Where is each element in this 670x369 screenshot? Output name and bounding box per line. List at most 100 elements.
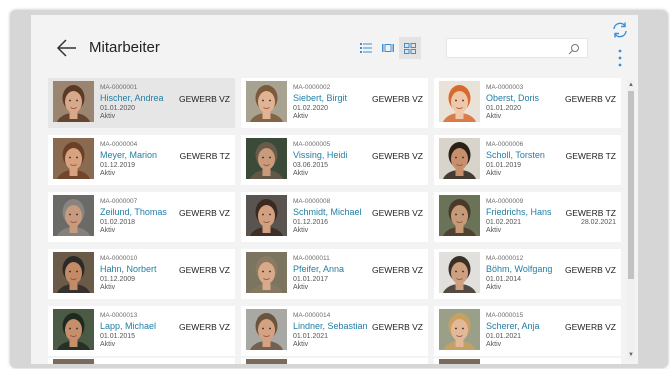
- employee-photo: [246, 138, 287, 179]
- search-icon[interactable]: [568, 42, 580, 55]
- employee-card[interactable]: MA-0000010 Hahn, Norbert 01.12.2009 Aktiv GE…: [48, 249, 235, 299]
- employee-contract-type: GEWERB VZ: [371, 94, 423, 104]
- employee-contract-type: GEWERB VZ: [178, 208, 230, 218]
- employee-number: MA-0000010: [100, 255, 138, 262]
- employee-status: Aktiv: [293, 341, 309, 348]
- employee-grid: MA-0000001 Hischer, Andrea 01.01.2020 Aktiv…: [43, 75, 626, 365]
- employee-name[interactable]: Hahn, Norbert: [100, 264, 157, 274]
- employee-photo: [53, 138, 94, 179]
- employee-contract-type: GEWERB VZ: [371, 151, 423, 161]
- employee-name[interactable]: Hischer, Andrea: [100, 93, 164, 103]
- employee-card[interactable]: MA-0000001 Hischer, Andrea 01.01.2020 Aktiv…: [48, 78, 235, 128]
- employee-number: MA-0000007: [100, 198, 138, 205]
- employee-entry-date: 01.01.2020: [100, 105, 136, 112]
- employee-card[interactable]: MA-0000004 Meyer, Marion 01.12.2019 Aktiv GE…: [48, 135, 235, 185]
- employee-photo: [439, 138, 480, 179]
- employee-contract-type: GEWERB VZ: [564, 322, 616, 332]
- employee-number: MA-0000006: [486, 141, 524, 148]
- employee-name[interactable]: Friedrichs, Hans: [486, 207, 552, 217]
- employee-status: Aktiv: [486, 113, 502, 120]
- employee-name[interactable]: Meyer, Marion: [100, 150, 157, 160]
- list-view-icon: [360, 43, 372, 53]
- employee-card[interactable]: MA-0000003 Oberst, Doris 01.01.2020 Aktiv GE…: [434, 78, 621, 128]
- employee-status: Aktiv: [486, 170, 502, 177]
- employee-number: MA-0000004: [100, 141, 138, 148]
- employee-status: Aktiv: [100, 227, 116, 234]
- back-arrow-icon[interactable]: [55, 36, 79, 60]
- employee-name[interactable]: Siebert, Birgit: [293, 93, 347, 103]
- employee-card[interactable]: MA-0000006 Scholl, Torsten 01.01.2019 Aktiv…: [434, 135, 621, 185]
- employee-photo: [53, 81, 94, 122]
- employee-card[interactable]: MA-0000007 Zeilund, Thomas 01.02.2018 Aktiv…: [48, 192, 235, 242]
- employee-card[interactable]: MA-0000012 Böhm, Wolfgang 01.01.2014 Aktiv G…: [434, 249, 621, 299]
- employee-name[interactable]: Böhm, Wolfgang: [486, 264, 552, 274]
- employee-number: MA-0000003: [486, 84, 524, 91]
- employee-status: Aktiv: [100, 170, 116, 177]
- employee-card[interactable]: MA-0000005 Vissing, Heidi 03.06.2015 Aktiv G…: [241, 135, 428, 185]
- grid-view-button[interactable]: [399, 37, 421, 59]
- list-view-button[interactable]: [355, 37, 377, 59]
- search-input[interactable]: [446, 38, 588, 58]
- employee-entry-date: 01.01.2021: [293, 333, 329, 340]
- employee-contract-type: GEWERB VZ: [178, 94, 230, 104]
- employee-photo: [246, 309, 287, 350]
- employee-contract-type: GEWERB VZ: [371, 208, 423, 218]
- employee-entry-date: 01.01.2021: [486, 333, 522, 340]
- employee-entry-date: 01.01.2014: [486, 276, 522, 283]
- employee-name[interactable]: Lapp, Michael: [100, 321, 156, 331]
- employee-number: MA-0000005: [293, 141, 331, 148]
- employee-name[interactable]: Schmidt, Michael: [293, 207, 362, 217]
- employee-name[interactable]: Scherer, Anja: [486, 321, 540, 331]
- scroll-down-arrow-icon[interactable]: ▼: [628, 352, 634, 358]
- employee-card[interactable]: MA-0000002 Siebert, Birgit 01.02.2020 Aktiv…: [241, 78, 428, 128]
- employee-status: Aktiv: [293, 113, 309, 120]
- employee-card[interactable]: MA-0000009 Friedrichs, Hans 01.02.2021 Akti…: [434, 192, 621, 242]
- employee-name[interactable]: Lindner, Sebastian: [293, 321, 368, 331]
- employee-card[interactable]: MA-0000011 Pfeifer, Anna 01.01.2017 Aktiv GE…: [241, 249, 428, 299]
- employee-card[interactable]: MA-0000014 Lindner, Sebastian 01.01.2021 Ak…: [241, 306, 428, 356]
- employee-card[interactable]: MA-0000013 Lapp, Michael 01.01.2015 Aktiv GE…: [48, 306, 235, 356]
- employee-name[interactable]: Scholl, Torsten: [486, 150, 545, 160]
- grid-view-icon: [404, 42, 416, 54]
- employee-contract-type: GEWERB TZ: [565, 208, 616, 218]
- employee-entry-date: 03.06.2015: [293, 162, 329, 169]
- employee-number: MA-0000012: [486, 255, 524, 262]
- employee-card[interactable]: MA-0000015 Scherer, Anja 01.01.2021 Aktiv GE…: [434, 306, 621, 356]
- employee-entry-date: 01.12.2019: [100, 162, 136, 169]
- employee-photo: [246, 195, 287, 236]
- refresh-icon[interactable]: [611, 21, 629, 39]
- employee-number: MA-0000008: [293, 198, 331, 205]
- employee-status: Aktiv: [100, 341, 116, 348]
- employee-name[interactable]: Oberst, Doris: [486, 93, 539, 103]
- list-item-partial: [434, 358, 621, 364]
- tile-view-icon: [382, 44, 394, 52]
- employee-entry-date: 01.12.2016: [293, 219, 329, 226]
- employee-number: MA-0000001: [100, 84, 138, 91]
- page-title: Mitarbeiter: [89, 39, 160, 56]
- employee-status: Aktiv: [293, 170, 309, 177]
- employee-entry-date: 01.12.2009: [100, 276, 136, 283]
- employee-contract-type: GEWERB VZ: [178, 265, 230, 275]
- employee-photo: [439, 81, 480, 122]
- employee-name[interactable]: Zeilund, Thomas: [100, 207, 167, 217]
- tile-view-button[interactable]: [377, 37, 399, 59]
- employee-entry-date: 01.02.2020: [293, 105, 329, 112]
- employee-contract-type: GEWERB VZ: [564, 94, 616, 104]
- employee-photo: [53, 195, 94, 236]
- employee-photo: [53, 252, 94, 293]
- employee-status: Aktiv: [100, 284, 116, 291]
- employee-card[interactable]: MA-0000008 Schmidt, Michael 01.12.2016 Akti…: [241, 192, 428, 242]
- employee-exit-date: 28.02.2021: [580, 219, 616, 226]
- employee-status: Aktiv: [486, 284, 502, 291]
- employee-contract-type: GEWERB TZ: [565, 151, 616, 161]
- employee-number: MA-0000002: [293, 84, 331, 91]
- employee-contract-type: GEWERB VZ: [371, 322, 423, 332]
- employee-photo: [439, 252, 480, 293]
- employee-name[interactable]: Pfeifer, Anna: [293, 264, 344, 274]
- employee-name[interactable]: Vissing, Heidi: [293, 150, 347, 160]
- more-options-icon[interactable]: [617, 48, 623, 68]
- employee-entry-date: 01.01.2019: [486, 162, 522, 169]
- scroll-up-arrow-icon[interactable]: ▲: [628, 82, 634, 88]
- scrollbar-thumb[interactable]: [628, 91, 634, 279]
- employee-entry-date: 01.02.2018: [100, 219, 136, 226]
